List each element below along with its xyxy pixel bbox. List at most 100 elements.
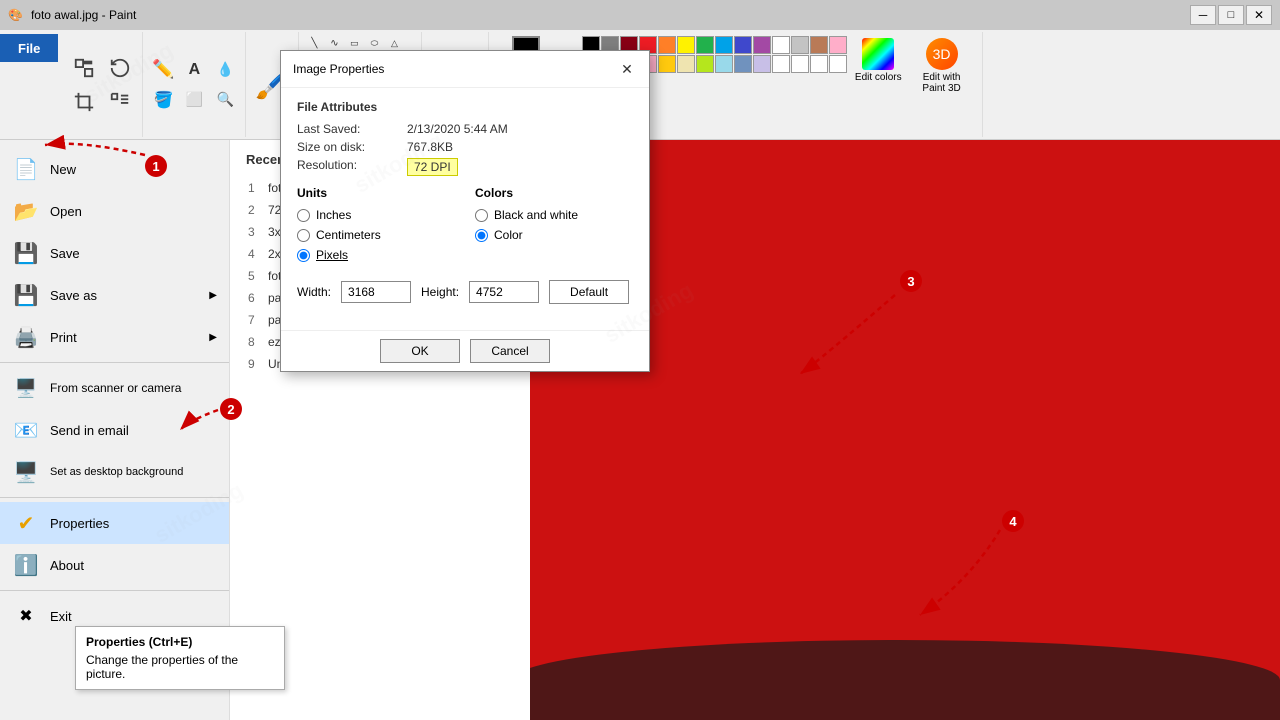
cancel-button[interactable]: Cancel — [470, 339, 550, 363]
dialog-title-bar: Image Properties ✕ — [281, 51, 649, 88]
palette-cell[interactable] — [829, 55, 847, 73]
width-height-row: Width: Height: Default — [297, 280, 633, 304]
rotate-icon[interactable] — [104, 52, 136, 84]
maximize-button[interactable]: □ — [1218, 5, 1244, 25]
badge-1: 1 — [145, 155, 167, 177]
resolution-row: Resolution: 72 DPI — [297, 158, 633, 176]
inches-radio-label[interactable]: Inches — [297, 208, 455, 222]
properties-icon: ✔ — [12, 509, 40, 537]
palette-cell[interactable] — [810, 36, 828, 54]
bw-label: Black and white — [494, 208, 578, 222]
minimize-button[interactable]: ─ — [1190, 5, 1216, 25]
resize-icon[interactable] — [68, 52, 100, 84]
menu-item-save-as[interactable]: 💾 Save as ▶ — [0, 274, 229, 316]
text-icon[interactable]: A — [180, 56, 208, 84]
default-button[interactable]: Default — [549, 280, 629, 304]
palette-cell[interactable] — [753, 55, 771, 73]
height-input[interactable] — [469, 281, 539, 303]
palette-cell[interactable] — [715, 36, 733, 54]
palette-cell[interactable] — [715, 55, 733, 73]
dialog-close-button[interactable]: ✕ — [617, 59, 637, 79]
dialog-body: File Attributes Last Saved: 2/13/2020 5:… — [281, 88, 649, 316]
scanner-icon: 🖥️ — [12, 374, 40, 402]
tooltip-description: Change the properties of the picture. — [86, 653, 274, 681]
file-attributes-title: File Attributes — [297, 100, 633, 114]
exit-icon: ✖ — [12, 602, 40, 630]
fill-icon[interactable]: 🪣 — [149, 86, 177, 114]
edit-colors-label: Edit colors — [855, 72, 902, 83]
menu-item-new[interactable]: 📄 New — [0, 148, 229, 190]
menu-item-scanner[interactable]: 🖥️ From scanner or camera — [0, 367, 229, 409]
centimeters-radio-label[interactable]: Centimeters — [297, 228, 455, 242]
color-radio-label[interactable]: Color — [475, 228, 633, 242]
new-icon: 📄 — [12, 155, 40, 183]
magnify-icon[interactable]: 🔍 — [211, 86, 239, 114]
color-radio[interactable] — [475, 229, 488, 242]
save-icon: 💾 — [12, 239, 40, 267]
title-bar-text: foto awal.jpg - Paint — [31, 8, 136, 22]
units-colors-section: Units Inches Centimeters Pixels — [297, 186, 633, 268]
eyedropper-icon[interactable]: 💧 — [211, 56, 239, 84]
crop-icon[interactable] — [68, 86, 100, 118]
edit-paint3d-button[interactable]: 3D Edit with Paint 3D — [910, 36, 974, 96]
size-disk-row: Size on disk: 767.8KB — [297, 140, 633, 154]
palette-cell[interactable] — [677, 36, 695, 54]
palette-cell[interactable] — [734, 36, 752, 54]
width-input[interactable] — [341, 281, 411, 303]
palette-cell[interactable] — [696, 36, 714, 54]
menu-item-print[interactable]: 🖨️ Print ▶ — [0, 316, 229, 358]
pixels-radio-label[interactable]: Pixels — [297, 248, 455, 262]
menu-item-save[interactable]: 💾 Save — [0, 232, 229, 274]
palette-cell[interactable] — [772, 36, 790, 54]
palette-cell[interactable] — [791, 55, 809, 73]
file-tab[interactable]: File — [0, 34, 58, 62]
palette-cell[interactable] — [734, 55, 752, 73]
recent-num: 9 — [248, 357, 262, 371]
palette-cell[interactable] — [791, 36, 809, 54]
recent-num: 1 — [248, 181, 262, 195]
menu-item-open[interactable]: 📂 Open — [0, 190, 229, 232]
units-group: Units Inches Centimeters Pixels — [297, 186, 455, 268]
recent-num: 8 — [248, 335, 262, 349]
palette-cell[interactable] — [677, 55, 695, 73]
palette-cell[interactable] — [810, 55, 828, 73]
email-icon: 📧 — [12, 416, 40, 444]
desktop-icon: 🖥️ — [12, 458, 40, 486]
palette-cell[interactable] — [772, 55, 790, 73]
bw-radio-label[interactable]: Black and white — [475, 208, 633, 222]
centimeters-label: Centimeters — [316, 228, 381, 242]
eraser-icon[interactable]: ⬜ — [180, 86, 208, 114]
palette-cell[interactable] — [658, 55, 676, 73]
edit-colors-button[interactable]: Edit colors — [853, 36, 904, 85]
menu-item-email[interactable]: 📧 Send in email — [0, 409, 229, 451]
pixels-radio[interactable] — [297, 249, 310, 262]
inches-radio[interactable] — [297, 209, 310, 222]
close-button[interactable]: ✕ — [1246, 5, 1272, 25]
dialog-title-text: Image Properties — [293, 62, 384, 76]
about-icon: ℹ️ — [12, 551, 40, 579]
menu-item-properties[interactable]: ✔ Properties — [0, 502, 229, 544]
colors-group-title: Colors — [475, 186, 633, 200]
image-properties-dialog[interactable]: Image Properties ✕ File Attributes Last … — [280, 50, 650, 372]
save-as-arrow: ▶ — [209, 290, 217, 301]
recent-num: 3 — [248, 225, 262, 239]
pencil-icon[interactable]: ✏️ — [149, 56, 177, 84]
colors-group: Colors Black and white Color — [475, 186, 633, 268]
menu-separator-2 — [0, 497, 229, 498]
centimeters-radio[interactable] — [297, 229, 310, 242]
recent-num: 6 — [248, 291, 262, 305]
palette-cell[interactable] — [753, 36, 771, 54]
menu-item-desktop[interactable]: 🖥️ Set as desktop background — [0, 451, 229, 493]
menu-item-about[interactable]: ℹ️ About — [0, 544, 229, 586]
palette-cell[interactable] — [658, 36, 676, 54]
units-title: Units — [297, 186, 455, 200]
palette-cell[interactable] — [696, 55, 714, 73]
badge-3: 3 — [900, 270, 922, 292]
select-icon[interactable] — [104, 86, 136, 118]
bw-radio[interactable] — [475, 209, 488, 222]
ok-button[interactable]: OK — [380, 339, 460, 363]
palette-cell[interactable] — [829, 36, 847, 54]
width-label: Width: — [297, 285, 331, 299]
recent-num: 5 — [248, 269, 262, 283]
badge-4: 4 — [1002, 510, 1024, 532]
